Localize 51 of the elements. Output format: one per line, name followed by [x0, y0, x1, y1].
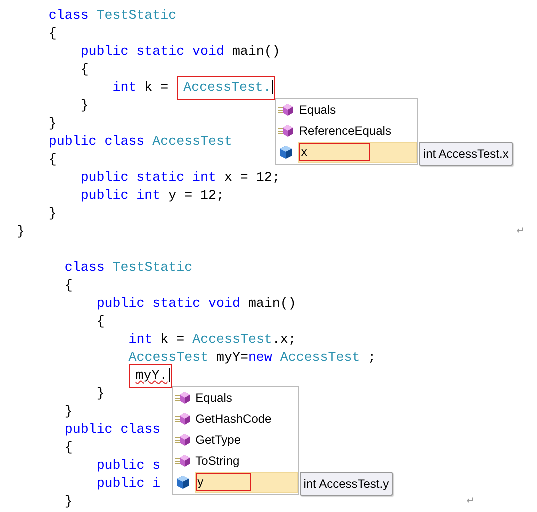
completion-item[interactable]: x [298, 142, 418, 163]
code-line: } [64, 493, 73, 511]
code-line: public s [96, 457, 161, 475]
field-icon [174, 474, 191, 490]
code-line: public int y = 12; [80, 187, 224, 205]
completion-item[interactable]: Equals [298, 101, 418, 120]
code-line: public static void main() [96, 295, 296, 313]
completion-item[interactable]: GetHashCode [194, 410, 298, 429]
completion-item[interactable]: ToString [194, 452, 298, 471]
code-line: class TestStatic [48, 7, 177, 25]
code-line: public i [96, 475, 161, 493]
code-line: public static int x = 12; [80, 169, 280, 187]
completion-item[interactable]: y [194, 472, 298, 493]
method-icon [174, 432, 191, 448]
highlighted-code: myY. [128, 364, 172, 388]
code-line: { [96, 313, 105, 331]
code-line: } [17, 223, 25, 241]
paragraph-mark: ↵ [516, 225, 525, 239]
code-line: { [64, 439, 73, 457]
tooltip: int AccessTest.y [300, 472, 394, 496]
code-text: int [112, 79, 137, 97]
code-line: int k = AccessTest.x; [128, 331, 296, 349]
code-line: } [80, 97, 89, 115]
method-icon [174, 412, 191, 428]
tooltip: int AccessTest.x [419, 142, 513, 166]
code-line: { [48, 25, 57, 43]
code-text: k = [144, 79, 170, 97]
completion-item[interactable]: Equals [194, 389, 298, 408]
code-line: } [48, 205, 57, 223]
field-icon [278, 144, 294, 160]
highlight-frame: y [196, 473, 251, 491]
paragraph-mark: ↵ [466, 495, 475, 509]
code-line: } [64, 403, 73, 421]
code-line: public static void main() [80, 43, 280, 61]
highlight-frame: x [299, 143, 370, 161]
code-line: { [80, 61, 89, 79]
code-line: { [48, 151, 57, 169]
code-line: public class [64, 421, 161, 439]
method-icon [278, 102, 294, 118]
highlighted-code: AccessTest. [176, 76, 276, 100]
method-icon [278, 124, 294, 140]
code-line: class TestStatic [64, 259, 193, 277]
method-icon [174, 390, 191, 406]
completion-item[interactable]: ReferenceEquals [298, 122, 418, 141]
code-line: AccessTest myY=new AccessTest ; [128, 349, 376, 367]
completion-item[interactable]: GetType [194, 431, 298, 450]
method-icon [174, 454, 191, 470]
code-line: public class AccessTest [48, 133, 232, 151]
code-line: { [64, 277, 73, 295]
code-line: } [48, 115, 57, 133]
code-line: } [96, 385, 105, 403]
